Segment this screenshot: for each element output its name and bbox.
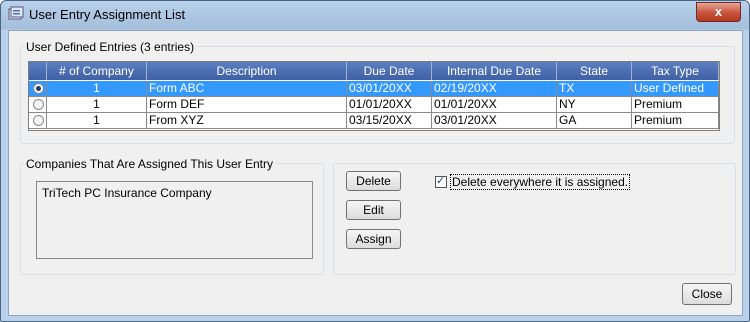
window-close-button[interactable]: x	[696, 2, 741, 22]
app-icon	[8, 6, 24, 20]
column-header-due-date[interactable]: Due Date	[347, 62, 432, 80]
edit-button[interactable]: Edit	[346, 200, 401, 220]
cell-company-count: 1	[47, 81, 147, 97]
cell-tax-type: Premium	[632, 97, 719, 113]
assigned-companies-list[interactable]: TriTech PC Insurance Company	[36, 181, 313, 259]
cell-description: Form DEF	[147, 97, 347, 113]
cell-description: Form ABC	[147, 81, 347, 97]
cell-internal-due-date: 03/01/20XX	[432, 113, 557, 129]
column-header-select	[29, 62, 47, 80]
entries-group-label: User Defined Entries (3 entries)	[24, 40, 197, 54]
window-title: User Entry Assignment List	[29, 7, 186, 22]
cell-due-date: 03/15/20XX	[347, 113, 432, 129]
row-radio-button[interactable]	[33, 99, 44, 110]
assign-button[interactable]: Assign	[346, 229, 401, 249]
cell-company-count: 1	[47, 97, 147, 113]
column-header-description[interactable]: Description	[147, 62, 347, 80]
title-bar[interactable]: User Entry Assignment List x	[1, 1, 749, 27]
entries-table[interactable]: # of Company Description Due Date Intern…	[28, 61, 720, 131]
cell-state: GA	[557, 113, 632, 129]
cell-tax-type: Premium	[632, 113, 719, 129]
table-row[interactable]: 1 Form DEF 01/01/20XX 01/01/20XX NY Prem…	[29, 97, 719, 113]
row-select-cell[interactable]	[29, 81, 47, 97]
dialog-client-area: User Defined Entries (3 entries) # of Co…	[8, 30, 743, 316]
cell-internal-due-date: 01/01/20XX	[432, 97, 557, 113]
cell-internal-due-date: 02/19/20XX	[432, 81, 557, 97]
cell-description: From XYZ	[147, 113, 347, 129]
column-header-tax-type[interactable]: Tax Type	[632, 62, 719, 80]
row-radio-button[interactable]	[33, 83, 44, 94]
cell-due-date: 03/01/20XX	[347, 81, 432, 97]
table-row[interactable]: 1 Form ABC 03/01/20XX 02/19/20XX TX User…	[29, 81, 719, 97]
row-radio-button[interactable]	[33, 115, 44, 126]
column-header-company-count[interactable]: # of Company	[47, 62, 147, 80]
list-item[interactable]: TriTech PC Insurance Company	[37, 182, 312, 204]
dialog-window: User Entry Assignment List x User Define…	[0, 0, 750, 322]
column-header-state[interactable]: State	[557, 62, 632, 80]
column-header-internal-due-date[interactable]: Internal Due Date	[432, 62, 557, 80]
delete-everywhere-label[interactable]: Delete everywhere it is assigned.	[449, 174, 631, 190]
cell-company-count: 1	[47, 113, 147, 129]
row-select-cell[interactable]	[29, 113, 47, 129]
delete-button[interactable]: Delete	[346, 171, 401, 191]
delete-everywhere-checkbox[interactable]	[435, 174, 447, 188]
cell-state: NY	[557, 97, 632, 113]
cell-due-date: 01/01/20XX	[347, 97, 432, 113]
cell-tax-type: User Defined	[632, 81, 719, 97]
cell-state: TX	[557, 81, 632, 97]
companies-group-label: Companies That Are Assigned This User En…	[24, 157, 276, 171]
row-select-cell[interactable]	[29, 97, 47, 113]
table-row[interactable]: 1 From XYZ 03/15/20XX 03/01/20XX GA Prem…	[29, 113, 719, 129]
close-button[interactable]: Close	[682, 283, 732, 305]
